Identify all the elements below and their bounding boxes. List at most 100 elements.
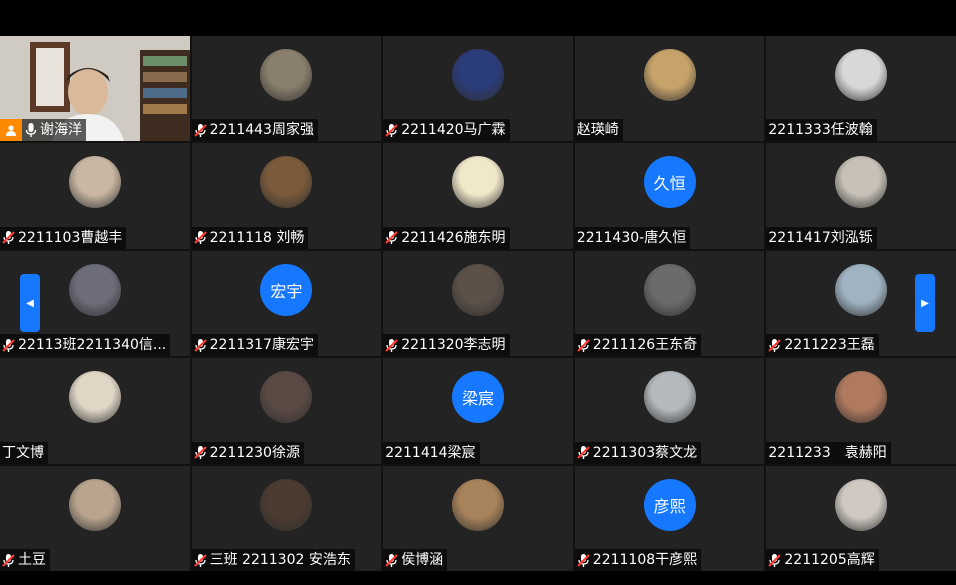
microphone-muted-icon (385, 338, 398, 353)
participant-nameplate: 2211333任波翰 (766, 119, 877, 142)
participant-tile[interactable]: 2211333任波翰 (766, 36, 956, 142)
participant-nameplate: 2211126王东奇 (574, 334, 702, 357)
microphone-muted-icon (577, 553, 590, 568)
participant-tile[interactable]: 2211126王东奇 (574, 250, 765, 357)
participant-tile[interactable]: 土豆 (0, 465, 190, 571)
microphone-muted-icon (193, 123, 207, 138)
participant-avatar (643, 263, 696, 316)
participant-tile[interactable]: 2211426施东明 (383, 143, 573, 249)
participant-tile[interactable]: 2211443周家强 (191, 36, 382, 142)
participant-name: 丁文博 (2, 444, 44, 461)
participant-name: 2211233 袁赫阳 (768, 444, 887, 461)
participant-tile[interactable]: 丁文博 (0, 358, 190, 464)
participant-avatar (835, 371, 888, 424)
microphone-muted-icon (577, 338, 590, 353)
participant-name: 2211205高辉 (784, 552, 875, 568)
participant-tile[interactable]: 久恒 2211430-唐久恒 (574, 143, 765, 249)
participant-name: 侯博涵 (401, 552, 444, 568)
participant-name: 2211230徐源 (209, 444, 300, 461)
participant-nameplate: 2211430-唐久恒 (574, 226, 691, 249)
participant-tile[interactable]: 梁宸 2211414梁宸 (383, 358, 573, 464)
participant-nameplate: 2211233 袁赫阳 (766, 441, 891, 464)
participant-name: 2211223王磊 (784, 337, 875, 354)
microphone-muted-icon (193, 445, 207, 460)
participant-tile[interactable]: 2211103曹越丰 (0, 143, 190, 249)
participant-nameplate: 2211118 刘畅 (191, 226, 309, 249)
microphone-muted-icon (768, 553, 782, 568)
participant-nameplate: 2211420马广霖 (383, 119, 510, 142)
participant-tile[interactable]: 2211417刘泓铄 (766, 143, 956, 249)
participant-nameplate: 22113班2211340信... (0, 334, 171, 357)
participant-avatar (260, 49, 313, 101)
participant-tile[interactable]: 2211303蔡文龙 (574, 358, 765, 464)
microphone-muted-icon (2, 230, 15, 245)
microphone-muted-icon (193, 553, 207, 568)
participant-name: 2211443周家强 (209, 122, 314, 139)
participant-name: 2211103曹越丰 (18, 229, 123, 246)
participant-avatar: 久恒 (643, 156, 696, 209)
participant-name: 2211417刘泓铄 (768, 229, 873, 246)
participant-name: 2211126王东奇 (592, 337, 698, 354)
participant-name: 2211317康宏宇 (209, 337, 314, 354)
participant-avatar (643, 49, 696, 101)
participant-avatar (835, 49, 888, 101)
participant-avatar (835, 478, 888, 531)
participant-tile[interactable]: 宏宇 2211317康宏宇 (191, 250, 382, 357)
participant-tile[interactable]: 2211233 袁赫阳 (766, 358, 956, 464)
microphone-icon[interactable] (25, 122, 37, 138)
participant-name: 2211420马广霖 (401, 122, 506, 139)
participant-nameplate: 丁文博 (0, 441, 48, 464)
participant-name: 土豆 (18, 552, 46, 568)
participant-name: 三班 2211302 安浩东 (209, 552, 351, 568)
host-icon (0, 119, 22, 142)
participant-avatar: 梁宸 (451, 371, 504, 424)
microphone-muted-icon (385, 123, 398, 138)
participant-tile[interactable]: 2211230徐源 (191, 358, 382, 464)
participant-name: 2211320李志明 (401, 337, 506, 354)
microphone-muted-icon (2, 338, 15, 353)
participant-avatar (260, 371, 313, 424)
microphone-muted-icon (193, 338, 207, 353)
chevron-left-icon: ◀ (26, 297, 34, 309)
participant-name: 2211426施东明 (401, 229, 506, 246)
participant-tile[interactable]: 2211205高辉 (766, 465, 956, 571)
participant-nameplate: 三班 2211302 安浩东 (191, 549, 355, 571)
participant-nameplate: 土豆 (0, 549, 50, 571)
chevron-right-icon: ▶ (921, 297, 929, 309)
participant-tile[interactable]: 侯博涵 (383, 465, 573, 571)
participant-avatar (451, 156, 504, 209)
host-name: 谢海洋 (40, 122, 82, 139)
participant-avatar: 宏宇 (260, 263, 313, 316)
participant-nameplate: 2211103曹越丰 (0, 226, 127, 249)
page-prev-button[interactable]: ◀ (20, 274, 40, 332)
participant-tile[interactable]: 彦熙 2211108干彦熙 (574, 465, 765, 571)
avatar-initials: 久恒 (653, 174, 686, 194)
participant-tile[interactable]: 2211118 刘畅 (191, 143, 382, 249)
participant-tile[interactable]: 2211420马广霖 (383, 36, 573, 142)
participant-avatar (260, 156, 313, 209)
participant-name: 2211414梁宸 (385, 444, 476, 461)
participant-name: 2211118 刘畅 (209, 229, 305, 246)
participant-name: 2211430-唐久恒 (576, 229, 687, 246)
participant-nameplate: 2211223王磊 (766, 334, 879, 357)
participant-name: 2211303蔡文龙 (592, 444, 698, 461)
participant-tile[interactable]: 赵瑛崎 (574, 36, 765, 142)
participant-avatar: 彦熙 (643, 478, 696, 531)
participant-nameplate: 2211443周家强 (191, 119, 318, 142)
participant-avatar (68, 371, 121, 424)
participant-avatar (260, 478, 313, 531)
participant-avatar (451, 478, 504, 531)
participant-nameplate: 2211426施东明 (383, 226, 510, 249)
participant-grid: 谢海洋 2211443周家强 2211420马广霖 赵瑛崎 2211333任波翰 221… (0, 36, 956, 571)
participant-nameplate: 赵瑛崎 (574, 119, 623, 142)
participant-tile[interactable]: 2211320李志明 (383, 250, 573, 357)
participant-nameplate: 2211303蔡文龙 (574, 441, 702, 464)
participant-name: 赵瑛崎 (576, 122, 619, 139)
page-next-button[interactable]: ▶ (915, 274, 935, 332)
host-video-tile[interactable]: 谢海洋 (0, 36, 190, 142)
avatar-initials: 宏宇 (270, 281, 303, 301)
microphone-muted-icon (385, 553, 398, 568)
participant-nameplate: 侯博涵 (383, 549, 448, 571)
participant-tile[interactable]: 三班 2211302 安浩东 (191, 465, 382, 571)
host-nameplate: 谢海洋 (0, 119, 86, 142)
